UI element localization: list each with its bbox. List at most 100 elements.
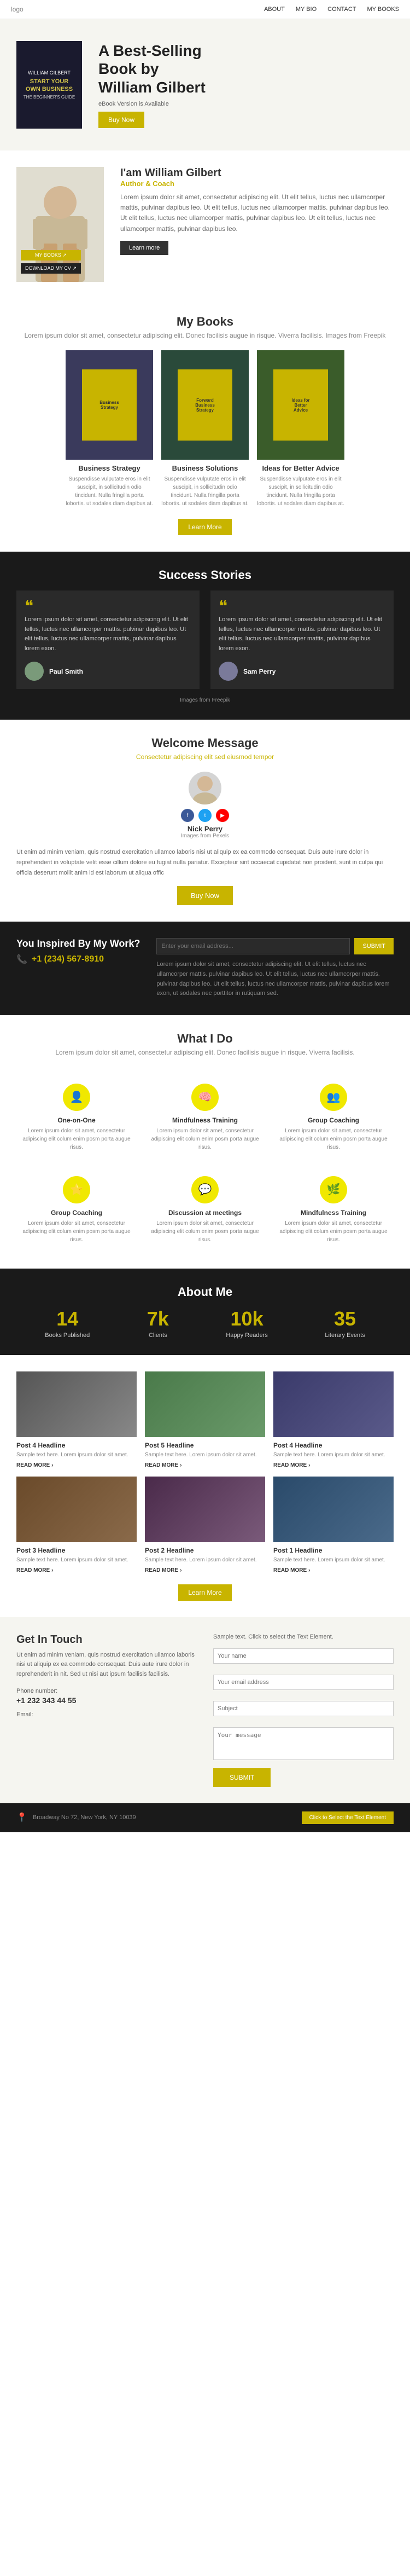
about-me-section: About Me 14 Books Published 7k Clients 1… xyxy=(0,1269,410,1355)
subject-input[interactable] xyxy=(213,1701,394,1716)
what-title-5: Mindfulness Training xyxy=(279,1209,388,1217)
stat-0-label: Books Published xyxy=(45,1332,90,1339)
book-3-desc: Suspendisse vulputate eros in elit susci… xyxy=(257,475,344,508)
testimonial-1: ❝ Lorem ipsum dolor sit amet, consectetu… xyxy=(16,591,200,689)
stat-1: 7k Clients xyxy=(147,1307,169,1339)
what-title-2: Group Coaching xyxy=(279,1116,388,1124)
buy-now-hero-button[interactable]: Buy Now xyxy=(98,112,144,128)
stats-row: 14 Books Published 7k Clients 10k Happy … xyxy=(16,1307,394,1339)
stat-1-label: Clients xyxy=(147,1332,169,1339)
book-card-2: ForwardBusinessStrategy Business Solutio… xyxy=(161,350,249,508)
testimonial-1-author: Paul Smith xyxy=(25,662,191,681)
testimonial-2-avatar xyxy=(219,662,238,681)
message-textarea[interactable] xyxy=(213,1727,394,1760)
nav-contact[interactable]: CONTACT xyxy=(327,6,356,13)
post-3-read-more[interactable]: READ MORE › xyxy=(16,1567,137,1573)
footer-map-button[interactable]: Click to Select the Text Element xyxy=(302,1811,394,1824)
post-2-read-more[interactable]: READ MORE › xyxy=(273,1462,394,1468)
what-desc-4: Lorem ipsum dolor sit amet, consectetur … xyxy=(150,1219,260,1244)
youtube-icon[interactable]: ▶ xyxy=(216,809,229,822)
nav-my-bio[interactable]: MY BIO xyxy=(296,6,317,13)
nav-about[interactable]: ABOUT xyxy=(264,6,285,13)
message-field xyxy=(213,1727,394,1762)
post-5-headline: Post 1 Headline xyxy=(273,1547,394,1554)
facebook-icon[interactable]: f xyxy=(181,809,194,822)
nav-links: ABOUT MY BIO CONTACT MY BOOKS xyxy=(264,6,399,13)
testimonial-2-text: Lorem ipsum dolor sit amet, consectetur … xyxy=(219,615,385,653)
footer-address-container: 📍 Broadway No 72, New York, NY 10039 xyxy=(16,1812,136,1823)
books-learn-more-button[interactable]: Learn More xyxy=(178,519,231,535)
what-title-3: Group Coaching xyxy=(22,1209,131,1217)
post-2-desc: Sample text here. Lorem ipsum dolor sit … xyxy=(273,1451,394,1459)
what-title: What I Do xyxy=(16,1032,394,1046)
post-1-read-more[interactable]: READ MORE › xyxy=(145,1462,265,1468)
email-input-field xyxy=(213,1675,394,1694)
email-input[interactable] xyxy=(213,1675,394,1690)
twitter-icon[interactable]: t xyxy=(198,809,212,822)
what-desc-5: Lorem ipsum dolor sit amet, consectetur … xyxy=(279,1219,388,1244)
post-image-0 xyxy=(16,1371,137,1437)
call-right: SUBMIT Lorem ipsum dolor sit amet, conse… xyxy=(156,938,394,998)
phone-icon: 📞 xyxy=(16,954,27,965)
map-pin-icon: 📍 xyxy=(16,1812,27,1823)
what-card-2: 👥 Group Coaching Lorem ipsum dolor sit a… xyxy=(273,1075,394,1160)
post-3-headline: Post 3 Headline xyxy=(16,1547,137,1554)
call-email-input[interactable] xyxy=(156,938,350,954)
contact-title: Get In Touch xyxy=(16,1634,197,1646)
social-icons: f t ▶ xyxy=(181,809,229,822)
hero-heading: A Best-Selling Book by William Gilbert xyxy=(98,42,206,97)
what-icon-2: 👥 xyxy=(320,1084,347,1111)
author-bio: Lorem ipsum dolor sit amet, consectetur … xyxy=(120,192,394,234)
nav-my-books[interactable]: MY BOOKS xyxy=(367,6,399,13)
what-subtitle: Lorem ipsum dolor sit amet, consectetur … xyxy=(16,1049,394,1056)
post-image-3 xyxy=(16,1477,137,1542)
post-4-headline: Post 2 Headline xyxy=(145,1547,265,1554)
download-cv-button[interactable]: DOWNLOAD MY CV ↗ xyxy=(21,263,81,274)
post-5-desc: Sample text here. Lorem ipsum dolor sit … xyxy=(273,1556,394,1564)
book-3-title: Ideas for Better Advice xyxy=(257,464,344,472)
book-2-desc: Suspendisse vulputate eros in elit susci… xyxy=(161,475,249,508)
name-input[interactable] xyxy=(213,1648,394,1664)
book-cover-1: BusinessStrategy xyxy=(66,350,153,460)
author-name: I'am William Gilbert xyxy=(120,167,394,180)
testimonial-2-author: Sam Perry xyxy=(219,662,385,681)
welcome-section: Welcome Message Consectetur adipiscing e… xyxy=(0,720,410,922)
call-submit-button[interactable]: SUBMIT xyxy=(354,938,394,954)
my-books-subtitle: Lorem ipsum dolor sit amet, consectetur … xyxy=(16,332,394,339)
my-books-title: My Books xyxy=(16,315,394,329)
contact-left-text: Ut enim ad minim veniam, quis nostrud ex… xyxy=(16,1651,197,1680)
book-card-1: BusinessStrategy Business Strategy Suspe… xyxy=(66,350,153,508)
post-5-read-more[interactable]: READ MORE › xyxy=(273,1567,394,1573)
what-title-4: Discussion at meetings xyxy=(150,1209,260,1217)
contact-submit-button[interactable]: SUBMIT xyxy=(213,1768,271,1787)
books-grid: BusinessStrategy Business Strategy Suspe… xyxy=(16,350,394,508)
posts-learn-more-button[interactable]: Learn More xyxy=(178,1584,231,1601)
testimonial-2-name: Sam Perry xyxy=(243,668,276,675)
book-2-title: Business Solutions xyxy=(161,464,249,472)
buy-now-welcome-button[interactable]: Buy Now xyxy=(177,886,233,905)
success-title: Success Stories xyxy=(16,568,394,582)
post-0-read-more[interactable]: READ MORE › xyxy=(16,1462,137,1468)
call-left: You Inspired By My Work? 📞 +1 (234) 567-… xyxy=(16,938,140,965)
what-card-1: 🧠 Mindfulness Training Lorem ipsum dolor… xyxy=(145,1075,265,1160)
what-grid: 👤 One-on-One Lorem ipsum dolor sit amet,… xyxy=(16,1075,394,1252)
stat-3: 35 Literary Events xyxy=(325,1307,365,1339)
testimonials-container: ❝ Lorem ipsum dolor sit amet, consectetu… xyxy=(16,591,394,689)
post-4-read-more[interactable]: READ MORE › xyxy=(145,1567,265,1573)
my-books-button[interactable]: MY BOOKS ↗ xyxy=(21,250,81,261)
call-phone: 📞 +1 (234) 567-8910 xyxy=(16,954,140,965)
post-image-1 xyxy=(145,1371,265,1437)
book-subtitle: THE BEGINNER'S GUIDE xyxy=(24,95,75,100)
hero-text: A Best-Selling Book by William Gilbert e… xyxy=(98,42,206,129)
post-1-desc: Sample text here. Lorem ipsum dolor sit … xyxy=(145,1451,265,1459)
author-image-container: MY BOOKS ↗ DOWNLOAD MY CV ↗ xyxy=(16,167,104,282)
post-2-headline: Post 4 Headline xyxy=(273,1442,394,1449)
my-books-section: My Books Lorem ipsum dolor sit amet, con… xyxy=(0,298,410,552)
post-image-2 xyxy=(273,1371,394,1437)
quote-mark-1: ❝ xyxy=(25,599,191,615)
book-1-title: Business Strategy xyxy=(66,464,153,472)
what-card-4: 💬 Discussion at meetings Lorem ipsum dol… xyxy=(145,1168,265,1252)
learn-more-button[interactable]: Learn more xyxy=(120,241,168,255)
about-me-title: About Me xyxy=(16,1285,394,1299)
what-desc-3: Lorem ipsum dolor sit amet, consectetur … xyxy=(22,1219,131,1244)
